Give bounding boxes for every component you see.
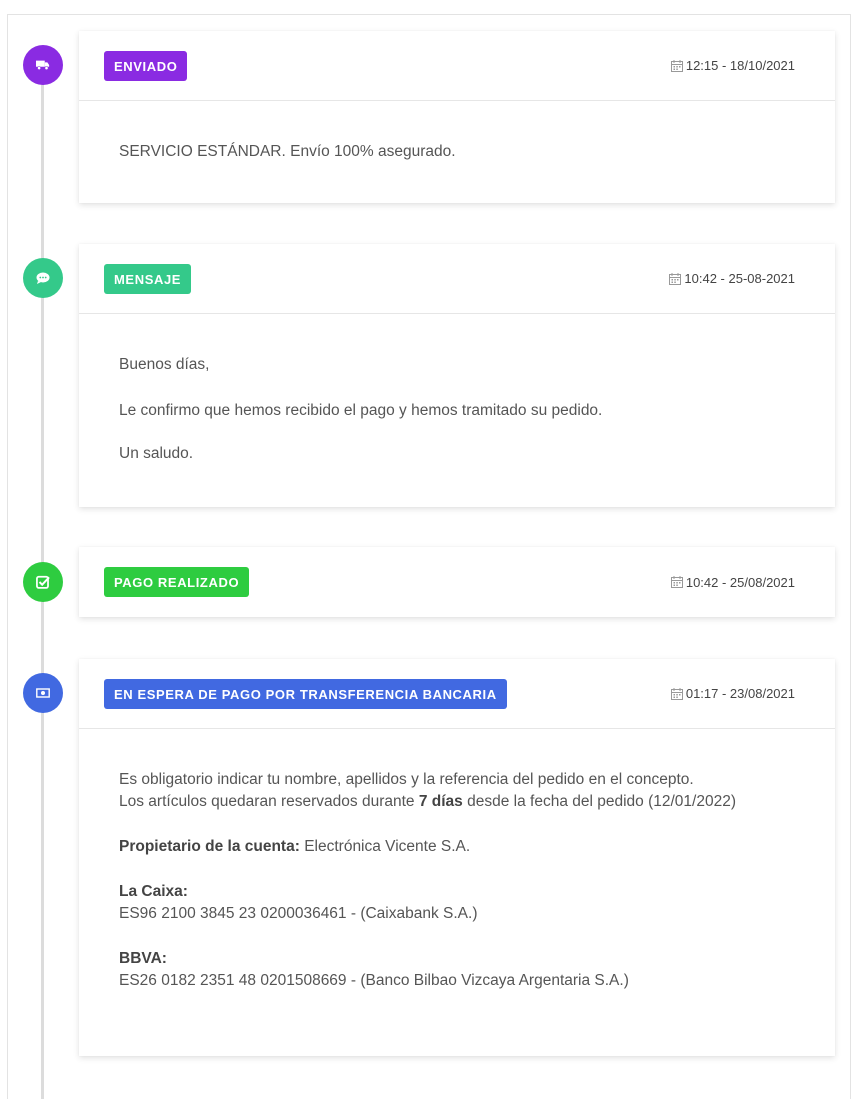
status-badge: MENSAJE (104, 263, 192, 294)
status-badge: PAGO REALIZADO (104, 567, 250, 597)
timeline-card-espera-pago: EN ESPERA DE PAGO POR TRANSFERENCIA BANC… (79, 659, 835, 1056)
datetime-text: 10:42 - 25/08/2021 (685, 574, 795, 590)
datetime-text: 01:17 - 23/08/2021 (685, 686, 795, 701)
message-line: Le confirmo que hemos recibido el pago y… (119, 402, 603, 419)
bank-bbva-iban: ES26 0182 2351 48 0201508669 - (Banco Bi… (119, 972, 629, 989)
card-header: ENVIADO 12:15 - 18/10/2021 (79, 31, 835, 101)
datetime-text: 12:15 - 18/10/2021 (685, 58, 795, 73)
comment-icon (36, 272, 50, 284)
card-header: PAGO REALIZADO 10:42 - 25/08/2021 (79, 547, 835, 617)
timeline-marker-espera-pago (23, 673, 63, 713)
message-greeting: Buenos días, (119, 356, 210, 373)
status-badge: EN ESPERA DE PAGO POR TRANSFERENCIA BANC… (104, 678, 507, 709)
card-header: EN ESPERA DE PAGO POR TRANSFERENCIA BANC… (79, 659, 835, 729)
bank-bbva-label: BBVA: (119, 950, 167, 967)
card-datetime: 12:15 - 18/10/2021 (670, 58, 795, 73)
bank-caixa-label: La Caixa: (119, 883, 188, 900)
status-badge: ENVIADO (104, 50, 188, 81)
timeline-marker-mensaje (23, 258, 63, 298)
calendar-icon (669, 272, 682, 285)
timeline-marker-pago-realizado (23, 562, 63, 602)
card-datetime: 10:42 - 25-08-2021 (669, 271, 795, 286)
card-body: Es obligatorio indicar tu nombre, apelli… (79, 729, 835, 992)
timeline-card-mensaje: MENSAJE 10:42 - 25-08-2021 Buenos días, … (79, 244, 835, 507)
card-header: MENSAJE 10:42 - 25-08-2021 (79, 244, 835, 314)
account-owner: Propietario de la cuenta: Electrónica Vi… (119, 838, 471, 855)
timeline-marker-enviado (23, 45, 63, 85)
reservation-note: Los artículos quedaran reservados durant… (119, 793, 736, 810)
message-closing: Un saludo. (119, 445, 194, 462)
bank-caixa-iban: ES96 2100 3845 23 0200036461 - (Caixaban… (119, 905, 478, 922)
timeline-card-enviado: ENVIADO 12:15 - 18/10/2021 SERVICIO ESTÁ… (79, 31, 835, 203)
check-square-icon (36, 575, 50, 589)
transfer-instructions: Es obligatorio indicar tu nombre, apelli… (119, 771, 694, 788)
datetime-text: 10:42 - 25-08-2021 (684, 271, 795, 286)
money-bill-icon (36, 688, 50, 698)
shipping-note: SERVICIO ESTÁNDAR. Envío 100% asegurado. (119, 143, 456, 160)
card-body: SERVICIO ESTÁNDAR. Envío 100% asegurado. (79, 101, 835, 163)
card-datetime: 10:42 - 25/08/2021 (670, 574, 795, 590)
timeline-card-pago-realizado: PAGO REALIZADO 10:42 - 25/08/2021 (79, 547, 835, 617)
truck-icon (36, 60, 50, 70)
card-datetime: 01:17 - 23/08/2021 (670, 686, 795, 701)
calendar-icon (670, 59, 683, 72)
card-body: Buenos días, Le confirmo que hemos recib… (79, 314, 835, 465)
calendar-icon (670, 687, 683, 700)
calendar-icon (670, 576, 683, 588)
